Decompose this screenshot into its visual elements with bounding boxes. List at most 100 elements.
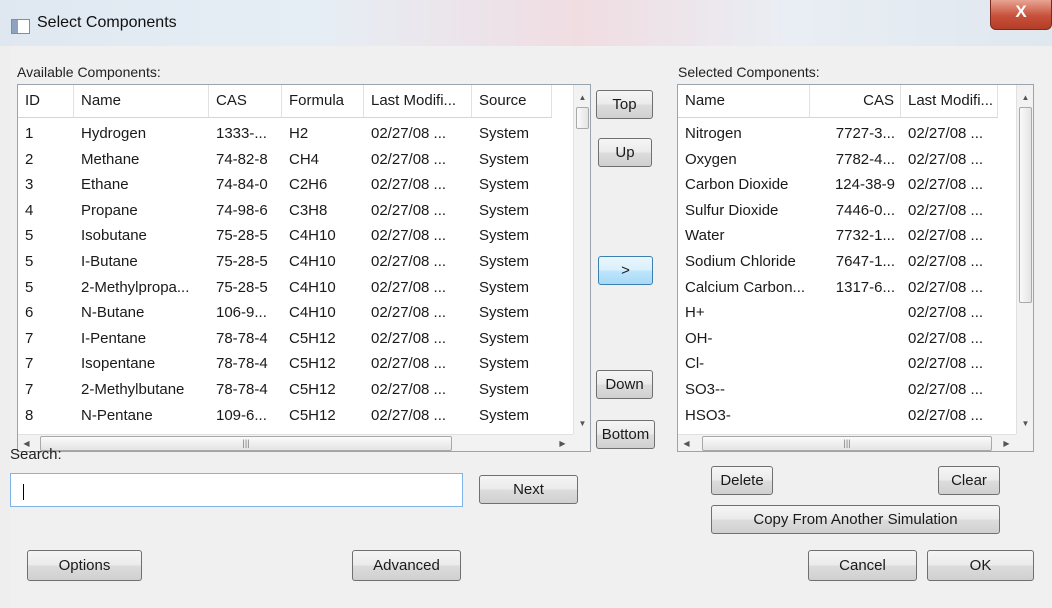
list-item[interactable]: H+ 02/27/08 ... [678,300,998,326]
move-up-button[interactable]: Up [598,138,652,167]
list-cell: System [479,201,530,219]
list-cell: System [479,227,530,245]
app-window-icon [11,19,30,34]
scroll-right-arrow-icon[interactable]: ▶ [998,435,1015,451]
column-header[interactable]: Formula [282,85,364,117]
list-cell: 02/27/08 ... [908,253,984,270]
list-item[interactable]: 7 Isopentane 78-78-4 C5H12 02/27/08 ... Syste… [18,351,552,377]
list-cell: 02/27/08 ... [908,406,984,424]
scroll-right-arrow-icon[interactable]: ▶ [554,435,571,451]
move-top-button[interactable]: Top [596,90,653,119]
list-item[interactable]: 7 2-Methylbutane 78-78-4 C5H12 02/27/08 ... S… [18,377,552,403]
list-cell: C4H10 [289,278,336,296]
list-cell: 02/27/08 ... [908,329,984,347]
scroll-grip-icon[interactable]: ||| [702,436,992,451]
list-cell: 02/27/08 ... [371,227,447,245]
list-cell: Propane [81,201,138,219]
column-header[interactable]: Name [74,85,209,117]
available-components-list[interactable]: ID Name CAS Formula Last Modifi... Source 1 Hy… [17,84,591,452]
list-item[interactable]: 2 Methane 74-82-8 CH4 02/27/08 ... System [18,147,552,173]
list-cell: Sodium Chloride [685,253,796,270]
scroll-down-arrow-icon[interactable]: ▼ [574,415,590,432]
available-vertical-scrollbar[interactable]: ▲ ▼ [573,85,590,434]
list-item[interactable]: Calcium Carbon... 1317-6... 02/27/08 ... [678,275,998,301]
options-button[interactable]: Options [27,550,142,581]
list-cell [810,377,901,403]
list-item[interactable]: Nitrogen 7727-3... 02/27/08 ... [678,121,998,147]
list-item[interactable]: 5 2-Methylpropa... 75-28-5 C4H10 02/27/08 ..… [18,275,552,301]
list-item[interactable]: Cl- 02/27/08 ... [678,351,998,377]
list-item[interactable]: Water 7732-1... 02/27/08 ... [678,223,998,249]
list-cell: 7 [25,355,34,373]
list-cell: C4H10 [289,253,336,270]
selected-horizontal-scrollbar[interactable]: ◀ ||| ▶ [678,434,1016,451]
list-cell: 75-28-5 [216,227,268,245]
list-cell: 74-82-8 [216,150,268,168]
column-header[interactable]: Name [678,85,810,117]
list-cell: System [479,150,530,168]
list-cell: C5H12 [289,355,336,373]
selected-components-label: Selected Components: [678,64,820,80]
list-cell: 5 [25,278,34,296]
list-cell: 5 [25,253,34,270]
scroll-left-arrow-icon[interactable]: ◀ [678,435,695,451]
cancel-button[interactable]: Cancel [808,550,917,581]
available-list-header: ID Name CAS Formula Last Modifi... Source [18,85,552,118]
list-cell: 78-78-4 [216,355,268,373]
list-item[interactable]: 1 Hydrogen 1333-... H2 02/27/08 ... System [18,121,552,147]
list-cell: 02/27/08 ... [908,125,984,142]
search-input[interactable] [10,473,463,507]
list-item[interactable]: 5 Isobutane 75-28-5 C4H10 02/27/08 ... System [18,223,552,249]
scroll-thumb[interactable] [576,107,589,129]
selected-components-list[interactable]: Name CAS Last Modifi... Nitrogen 7727-3... 0… [677,84,1034,452]
add-component-button[interactable]: > [598,256,653,285]
list-item[interactable]: 3 Ethane 74-84-0 C2H6 02/27/08 ... System [18,172,552,198]
list-item[interactable]: 8 N-Pentane 109-6... C5H12 02/27/08 ... Syste… [18,403,552,429]
move-bottom-button[interactable]: Bottom [596,420,655,449]
list-item[interactable]: Sodium Chloride 7647-1... 02/27/08 ... [678,249,998,275]
list-cell: 02/27/08 ... [371,150,447,168]
move-down-button[interactable]: Down [596,370,653,399]
selected-vertical-scrollbar[interactable]: ▲ ▼ [1016,85,1033,434]
scroll-grip-icon[interactable]: ||| [40,436,452,451]
list-cell: Isopentane [81,355,156,373]
column-header[interactable]: CAS [810,85,901,117]
column-header[interactable]: CAS [209,85,282,117]
column-header[interactable]: ID [18,85,74,117]
column-header[interactable]: Last Modifi... [364,85,472,117]
list-item[interactable]: Carbon Dioxide 124-38-9 02/27/08 ... [678,172,998,198]
list-cell: 02/27/08 ... [908,150,984,168]
ok-button[interactable]: OK [927,550,1034,581]
available-components-label: Available Components: [17,64,161,80]
list-item[interactable]: Oxygen 7782-4... 02/27/08 ... [678,147,998,173]
next-button[interactable]: Next [479,475,578,504]
scroll-down-arrow-icon[interactable]: ▼ [1017,415,1033,432]
column-header[interactable]: Source [472,85,552,117]
copy-from-another-simulation-button[interactable]: Copy From Another Simulation [711,505,1000,534]
list-cell: 124-38-9 [834,176,895,194]
list-item[interactable]: Sulfur Dioxide 7446-0... 02/27/08 ... [678,198,998,224]
list-cell: System [479,304,530,322]
clear-button[interactable]: Clear [938,466,1000,495]
title-bar: Select Components X [0,0,1052,46]
search-label: Search: [10,446,62,463]
list-cell: 02/27/08 ... [908,278,984,296]
list-cell: 1317-6... [835,278,895,296]
list-item[interactable]: 4 Propane 74-98-6 C3H8 02/27/08 ... System [18,198,552,224]
list-item[interactable]: 6 N-Butane 106-9... C4H10 02/27/08 ... System [18,300,552,326]
list-item[interactable]: OH- 02/27/08 ... [678,326,998,352]
advanced-button[interactable]: Advanced [352,550,461,581]
list-cell: 5 [25,227,34,245]
delete-button[interactable]: Delete [711,466,773,495]
scroll-thumb[interactable] [1019,107,1032,303]
list-item[interactable]: 5 I-Butane 75-28-5 C4H10 02/27/08 ... System [18,249,552,275]
list-item[interactable]: SO3-- 02/27/08 ... [678,377,998,403]
column-header[interactable]: Last Modifi... [901,85,998,117]
scroll-up-arrow-icon[interactable]: ▲ [1017,89,1033,106]
scroll-up-arrow-icon[interactable]: ▲ [574,89,590,106]
close-button[interactable]: X [990,0,1052,30]
list-item[interactable]: 7 I-Pentane 78-78-4 C5H12 02/27/08 ... System [18,326,552,352]
available-horizontal-scrollbar[interactable]: ◀ ||| ▶ [18,434,573,451]
list-item[interactable]: HSO3- 02/27/08 ... [678,403,998,429]
list-cell: OH- [685,329,713,347]
